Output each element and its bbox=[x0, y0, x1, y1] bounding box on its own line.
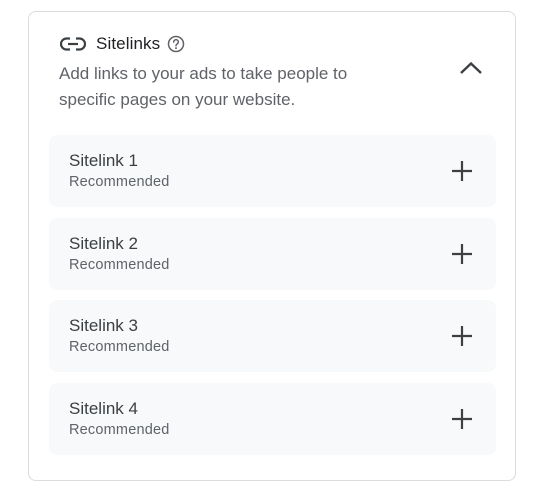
sitelink-item-3[interactable]: Sitelink 3 Recommended bbox=[49, 300, 496, 372]
sitelink-recommended-label: Recommended bbox=[69, 422, 170, 438]
link-icon bbox=[60, 33, 86, 55]
sitelinks-card: Sitelinks Add links to your ads to take … bbox=[28, 11, 516, 481]
chevron-up-icon bbox=[459, 61, 483, 80]
collapse-button[interactable] bbox=[453, 52, 489, 88]
sitelink-recommended-label: Recommended bbox=[69, 257, 170, 273]
sitelink-label: Sitelink 3 bbox=[69, 316, 138, 335]
sitelink-item-1[interactable]: Sitelink 1 Recommended bbox=[49, 135, 496, 207]
add-icon bbox=[452, 409, 472, 429]
sitelink-item-2[interactable]: Sitelink 2 Recommended bbox=[49, 218, 496, 290]
add-sitelink-button[interactable] bbox=[450, 242, 474, 266]
sitelink-label: Sitelink 1 bbox=[69, 151, 138, 170]
sitelink-item-4[interactable]: Sitelink 4 Recommended bbox=[49, 383, 496, 455]
section-header: Sitelinks bbox=[60, 33, 185, 55]
add-icon bbox=[452, 244, 472, 264]
add-sitelink-button[interactable] bbox=[450, 159, 474, 183]
section-title: Sitelinks bbox=[96, 34, 161, 53]
add-sitelink-button[interactable] bbox=[450, 407, 474, 431]
sitelink-recommended-label: Recommended bbox=[69, 339, 170, 355]
sitelink-label: Sitelink 4 bbox=[69, 399, 138, 418]
sitelink-recommended-label: Recommended bbox=[69, 174, 170, 190]
help-circle-icon[interactable] bbox=[167, 35, 185, 53]
section-description: Add links to your ads to take people to … bbox=[59, 64, 348, 109]
add-icon bbox=[452, 326, 472, 346]
add-sitelink-button[interactable] bbox=[450, 324, 474, 348]
sitelink-label: Sitelink 2 bbox=[69, 234, 138, 253]
add-icon bbox=[452, 161, 472, 181]
